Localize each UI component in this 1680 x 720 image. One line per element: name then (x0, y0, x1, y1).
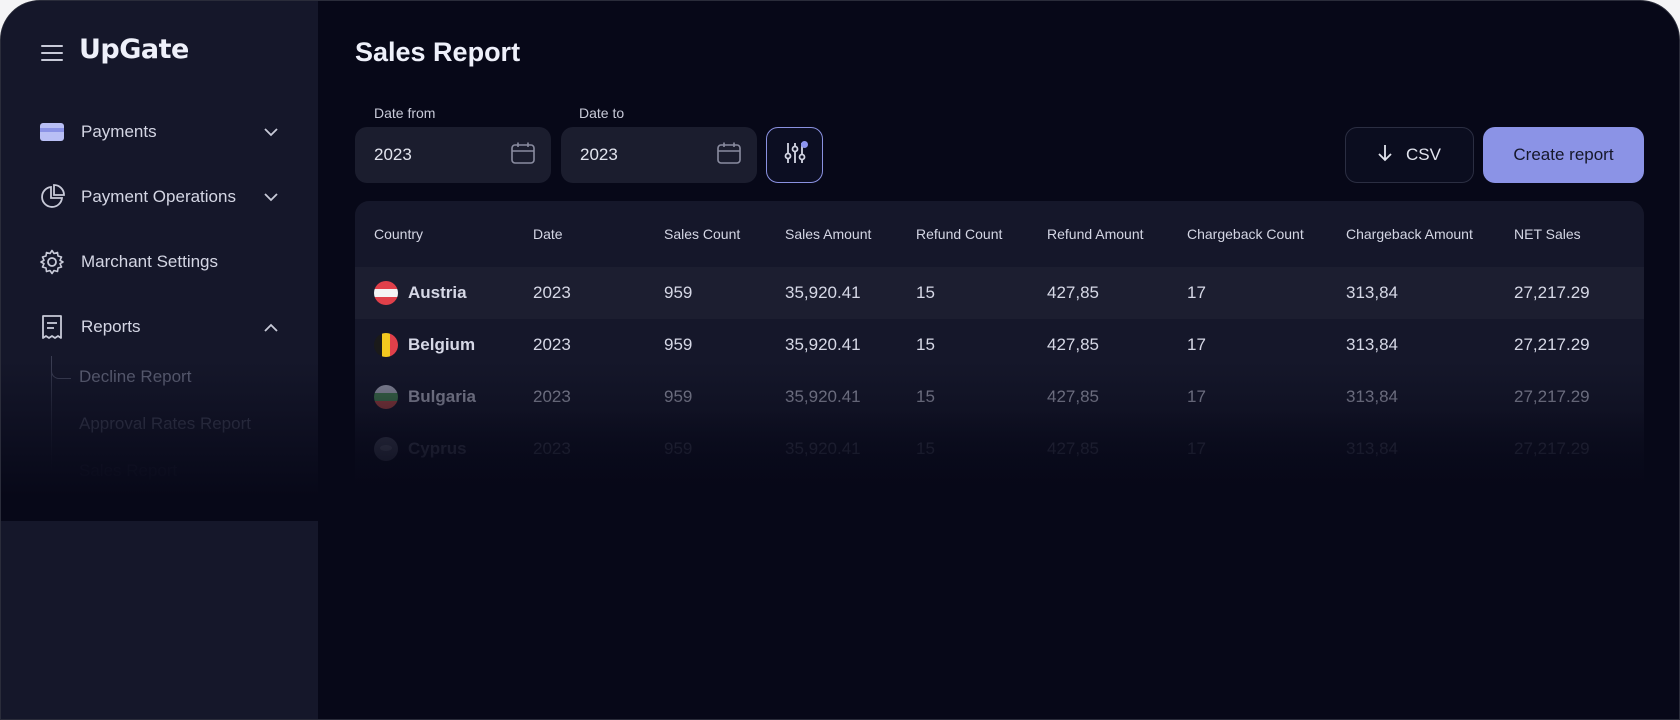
refund-count-cell: 15 (916, 439, 935, 458)
bulgaria-flag-icon (374, 385, 398, 409)
logo: UpGate (79, 34, 189, 65)
date-from-label: Date from (374, 105, 436, 121)
date-cell: 2023 (533, 387, 571, 406)
sidebar-subitem-decline-report[interactable]: Decline Report (79, 367, 191, 387)
austria-flag-icon (374, 281, 398, 305)
chargeback-count-cell: 17 (1187, 335, 1206, 354)
sales-count-cell: 959 (664, 283, 693, 302)
cyprus-flag-icon (374, 437, 398, 461)
sales-table: Country Date Sales Count Sales Amount Re… (355, 201, 1644, 719)
table-row[interactable]: Belgium 2023 959 35,920.41 15 427,85 17 … (355, 319, 1644, 371)
calendar-icon[interactable] (511, 142, 535, 169)
refund-amount-cell: 427,85 (1047, 439, 1099, 458)
chargeback-amount-cell: 313,84 (1346, 387, 1398, 406)
table-row[interactable]: Bulgaria 2023 959 35,920.41 15 427,85 17… (355, 371, 1644, 423)
filter-active-dot (801, 141, 808, 148)
sidebar-item-label: Payments (81, 122, 157, 141)
net-sales-cell: 27,217.29 (1514, 387, 1590, 406)
csv-download-button[interactable]: CSV (1345, 127, 1474, 183)
column-header[interactable]: Chargeback Amount (1346, 226, 1473, 242)
sidebar-item-reports[interactable]: Reports (39, 307, 279, 347)
sidebar-item-label: Reports (81, 317, 141, 336)
sidebar-item-label: Marchant Settings (81, 252, 219, 271)
card-icon (39, 119, 65, 145)
column-header[interactable]: NET Sales (1514, 226, 1581, 242)
column-header[interactable]: Country (374, 226, 423, 242)
country-name: Belgium (408, 335, 476, 354)
sidebar-item-marchant-settings[interactable]: Marchant Settings (39, 242, 279, 282)
country-cell: Austria (374, 281, 467, 305)
table-header: Country Date Sales Count Sales Amount Re… (355, 201, 1644, 267)
filter-button[interactable] (766, 127, 823, 183)
net-sales-cell: 27,217.29 (1514, 439, 1590, 458)
refund-count-cell: 15 (916, 283, 935, 302)
column-header[interactable]: Date (533, 226, 563, 242)
net-sales-cell: 27,217.29 (1514, 283, 1590, 302)
create-report-button[interactable]: Create report (1483, 127, 1644, 183)
sales-amount-cell: 35,920.41 (785, 283, 861, 302)
csv-label: CSV (1406, 145, 1441, 164)
chargeback-count-cell: 17 (1187, 387, 1206, 406)
date-from-field[interactable]: 2023 (355, 127, 551, 183)
date-to-field[interactable]: 2023 (561, 127, 757, 183)
country-name: Austria (408, 283, 467, 302)
gear-icon (39, 249, 65, 275)
sales-count-cell: 959 (664, 439, 693, 458)
sidebar-subitem-sales-report[interactable]: Sales Report (79, 461, 177, 481)
sidebar-item-label: Payment Operations (81, 187, 236, 206)
chevron-down-icon[interactable] (263, 124, 279, 140)
date-to-value: 2023 (580, 145, 618, 164)
refund-amount-cell: 427,85 (1047, 387, 1099, 406)
column-header[interactable]: Refund Count (916, 226, 1002, 242)
column-header[interactable]: Refund Amount (1047, 226, 1144, 242)
chargeback-count-cell: 17 (1187, 283, 1206, 302)
refund-count-cell: 15 (916, 387, 935, 406)
sales-amount-cell: 35,920.41 (785, 439, 861, 458)
date-cell: 2023 (533, 439, 571, 458)
country-cell: Bulgaria (374, 385, 476, 409)
date-cell: 2023 (533, 335, 571, 354)
hamburger-menu-icon[interactable] (41, 45, 63, 61)
sales-count-cell: 959 (664, 335, 693, 354)
sales-amount-cell: 35,920.41 (785, 335, 861, 354)
sidebar-item-payments[interactable]: Payments (39, 112, 279, 152)
refund-count-cell: 15 (916, 335, 935, 354)
table-row[interactable]: Cyprus 2023 959 35,920.41 15 427,85 17 3… (355, 423, 1644, 475)
sidebar-item-payment-operations[interactable]: Payment Operations (39, 177, 279, 217)
sales-count-cell: 959 (664, 387, 693, 406)
app-window: UpGate Payments Payment Operations March… (0, 0, 1680, 720)
page-title: Sales Report (355, 37, 521, 67)
arrow-down-icon (1378, 144, 1392, 167)
column-header[interactable]: Sales Count (664, 226, 740, 242)
date-to-label: Date to (579, 105, 625, 121)
chevron-up-icon[interactable] (263, 319, 279, 335)
country-name: Cyprus (408, 439, 467, 458)
sales-amount-cell: 35,920.41 (785, 387, 861, 406)
chargeback-amount-cell: 313,84 (1346, 439, 1398, 458)
date-from-value: 2023 (374, 145, 412, 164)
sidebar: UpGate Payments Payment Operations March… (1, 1, 318, 719)
chargeback-amount-cell: 313,84 (1346, 283, 1398, 302)
date-cell: 2023 (533, 283, 571, 302)
receipt-icon (39, 314, 65, 340)
tree-connector (51, 359, 71, 379)
pie-chart-icon (39, 184, 65, 210)
sidebar-subitem-approval-rates-report[interactable]: Approval Rates Report (79, 414, 251, 434)
column-header[interactable]: Chargeback Count (1187, 226, 1304, 242)
country-cell: Belgium (374, 333, 475, 357)
chevron-down-icon[interactable] (263, 189, 279, 205)
table-row[interactable]: Austria 2023 959 35,920.41 15 427,85 17 … (355, 267, 1644, 319)
chargeback-count-cell: 17 (1187, 439, 1206, 458)
net-sales-cell: 27,217.29 (1514, 335, 1590, 354)
chargeback-amount-cell: 313,84 (1346, 335, 1398, 354)
calendar-icon[interactable] (717, 142, 741, 169)
country-cell: Cyprus (374, 437, 467, 461)
column-header[interactable]: Sales Amount (785, 226, 871, 242)
country-name: Bulgaria (408, 387, 477, 406)
belgium-flag-icon (374, 333, 398, 357)
refund-amount-cell: 427,85 (1047, 283, 1099, 302)
refund-amount-cell: 427,85 (1047, 335, 1099, 354)
